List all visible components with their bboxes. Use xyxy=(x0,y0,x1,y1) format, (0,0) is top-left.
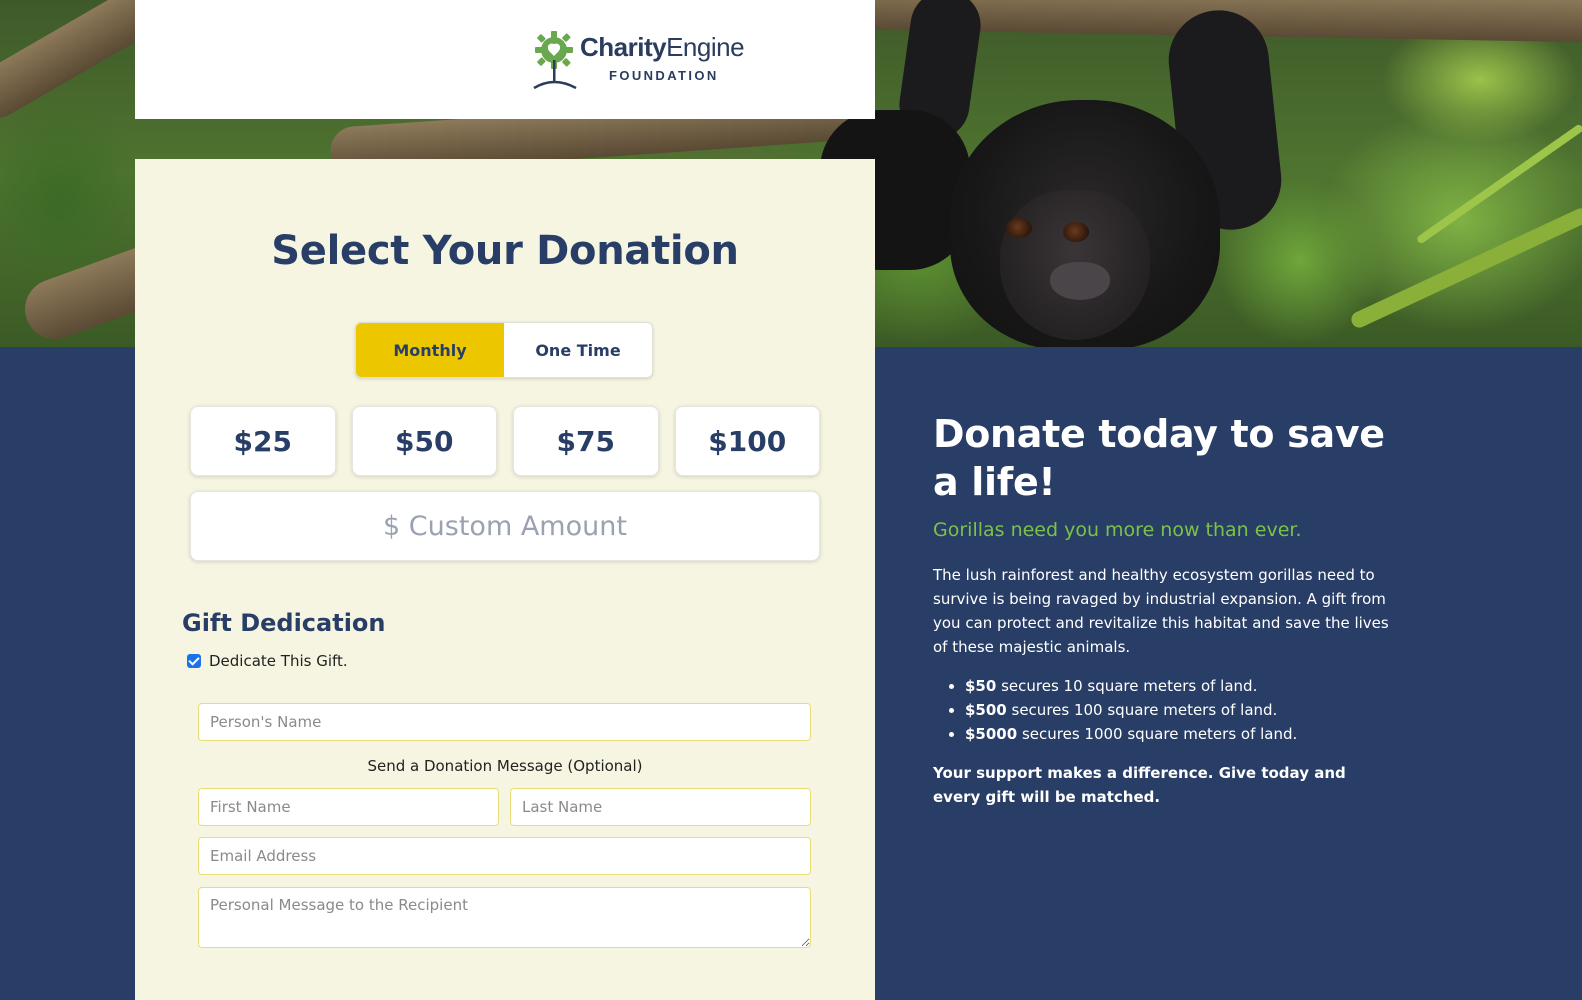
amount-75-button[interactable]: $75 xyxy=(513,406,659,476)
charityengine-logo[interactable]: CharityEngine FOUNDATION xyxy=(528,28,768,90)
info-body: The lush rainforest and healthy ecosyste… xyxy=(933,566,1389,656)
frequency-toggle: Monthly One Time xyxy=(355,322,653,378)
impact-list: $50 secures 10 square meters of land. $5… xyxy=(933,674,1393,746)
impact-item: $5000 secures 1000 square meters of land… xyxy=(965,722,1393,746)
person-name-input[interactable] xyxy=(198,703,811,741)
first-name-input[interactable] xyxy=(198,788,499,826)
gear-tree-icon xyxy=(533,31,577,90)
donation-panel: Select Your Donation Monthly One Time $2… xyxy=(135,159,875,1000)
last-name-input[interactable] xyxy=(510,788,811,826)
email-input[interactable] xyxy=(198,837,811,875)
frequency-monthly-button[interactable]: Monthly xyxy=(356,323,504,377)
page-title: Select Your Donation xyxy=(271,228,739,274)
custom-amount-input[interactable] xyxy=(190,491,820,561)
amount-25-button[interactable]: $25 xyxy=(190,406,336,476)
info-headline: Donate today to save a life! xyxy=(933,412,1385,504)
impact-item: $500 secures 100 square meters of land. xyxy=(965,698,1393,722)
info-closing: Your support makes a difference. Give to… xyxy=(933,764,1346,806)
amount-50-button[interactable]: $50 xyxy=(351,406,497,476)
dedicate-gift-checkbox-row[interactable]: Dedicate This Gift. xyxy=(187,652,348,670)
amount-100-button[interactable]: $100 xyxy=(674,406,820,476)
info-section: Donate today to save a life! Gorillas ne… xyxy=(933,410,1393,809)
personal-message-textarea[interactable] xyxy=(198,887,811,948)
impact-item: $50 secures 10 square meters of land. xyxy=(965,674,1393,698)
gift-dedication-heading: Gift Dedication xyxy=(182,609,386,637)
dedicate-gift-checkbox[interactable] xyxy=(187,654,201,668)
frequency-one-time-button[interactable]: One Time xyxy=(504,323,652,377)
info-subheadline: Gorillas need you more now than ever. xyxy=(933,519,1302,541)
logo-wordmark: CharityEngine xyxy=(580,32,745,62)
logo-header: CharityEngine FOUNDATION xyxy=(135,0,875,119)
amount-options: $25 $50 $75 $100 xyxy=(190,406,820,476)
donation-message-label: Send a Donation Message (Optional) xyxy=(367,757,643,775)
logo-subtitle: FOUNDATION xyxy=(609,68,719,83)
dedicate-gift-label: Dedicate This Gift. xyxy=(209,652,348,670)
